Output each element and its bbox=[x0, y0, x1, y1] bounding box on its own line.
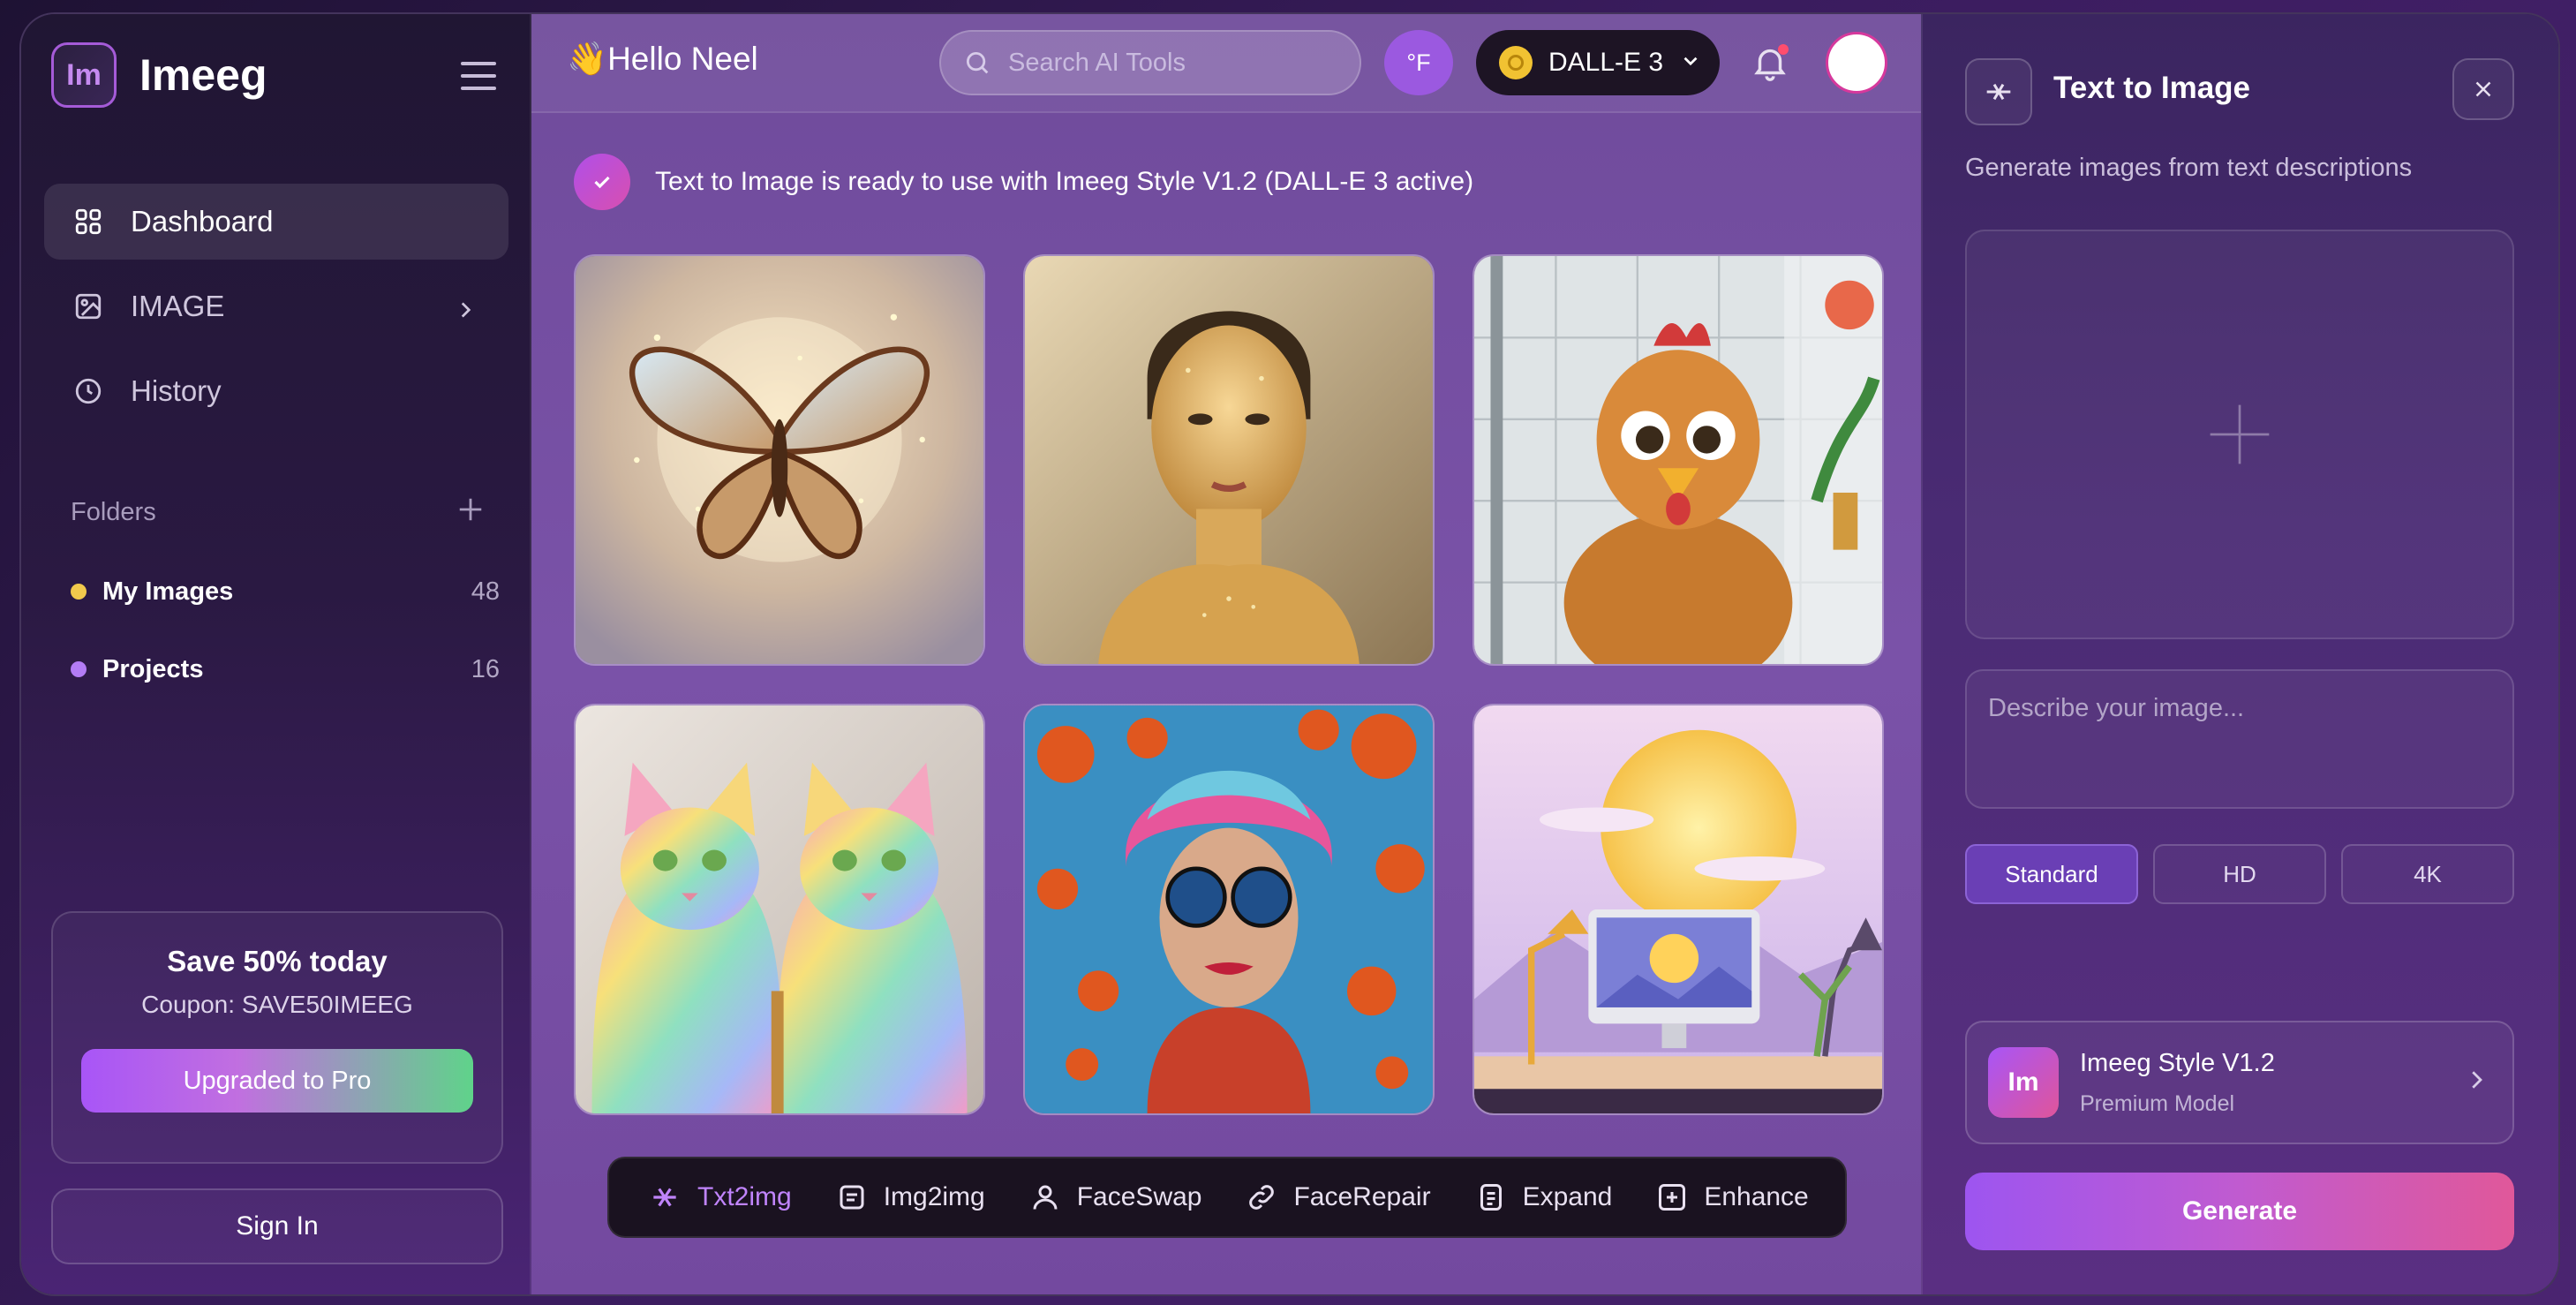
generate-button[interactable]: Generate bbox=[1965, 1173, 2514, 1250]
notification-badge bbox=[1778, 44, 1789, 55]
panel-title: Text to Image bbox=[2053, 71, 2251, 105]
model-selector[interactable]: DALL-E 3 bbox=[1476, 30, 1720, 95]
image-gallery bbox=[574, 254, 1884, 1127]
tool-label: Enhance bbox=[1704, 1182, 1809, 1211]
expand-icon bbox=[1480, 1184, 1502, 1211]
quality-4k-button[interactable]: 4K bbox=[2341, 844, 2514, 904]
tool-facerepair[interactable]: FaceRepair bbox=[1246, 1181, 1431, 1213]
gallery-image-butterfly[interactable] bbox=[574, 254, 985, 666]
folder-name: Projects bbox=[102, 654, 204, 683]
chevron-down-icon bbox=[1679, 49, 1702, 77]
grid-icon bbox=[71, 204, 106, 239]
sidebar-item-history[interactable]: History bbox=[44, 353, 508, 429]
model-name: Imeeg Style V1.2 bbox=[2080, 1049, 2275, 1077]
text-to-image-icon bbox=[653, 1188, 676, 1207]
upgrade-button[interactable]: Upgraded to Pro bbox=[81, 1049, 473, 1113]
greeting: 👋Hello Neel bbox=[567, 41, 758, 79]
link-icon bbox=[1249, 1185, 1275, 1210]
model-logo: Im bbox=[1988, 1047, 2059, 1118]
gallery-image-pop-art-woman[interactable] bbox=[1023, 704, 1435, 1115]
sidebar: Im Imeeg Dashboard IMAGE History Folders… bbox=[21, 14, 531, 1294]
folders-heading: Folders bbox=[71, 498, 156, 526]
prompt-field[interactable] bbox=[1965, 669, 2514, 809]
gallery-image-chicken[interactable] bbox=[1473, 254, 1884, 666]
tool-faceswap[interactable]: FaceSwap bbox=[1029, 1181, 1202, 1213]
coin-icon bbox=[1499, 46, 1533, 79]
notification-bell-icon[interactable] bbox=[1750, 42, 1790, 83]
app-window: Im Imeeg Dashboard IMAGE History Folders… bbox=[19, 12, 2560, 1296]
promo-card: Save 50% today Coupon: SAVE50IMEEG Upgra… bbox=[51, 911, 503, 1164]
search-icon bbox=[962, 48, 992, 78]
model-label: DALL-E 3 bbox=[1548, 48, 1664, 77]
clock-icon bbox=[71, 373, 106, 409]
search-input[interactable] bbox=[1006, 47, 1345, 79]
quality-hd-button[interactable]: HD bbox=[2153, 844, 2326, 904]
search-bar[interactable] bbox=[939, 30, 1361, 95]
hamburger-menu-icon[interactable] bbox=[461, 62, 496, 92]
sidebar-item-label: History bbox=[131, 374, 222, 407]
main-content: 👋Hello Neel °F DALL-E 3 bbox=[531, 14, 1921, 1294]
promo-coupon: Coupon: SAVE50IMEEG bbox=[141, 991, 413, 1018]
tool-expand[interactable]: Expand bbox=[1475, 1181, 1613, 1213]
folder-dot bbox=[71, 584, 87, 600]
text-to-image-panel: Text to Image Generate images from text … bbox=[1921, 14, 2558, 1294]
sidebar-item-image[interactable]: IMAGE bbox=[44, 268, 508, 344]
tool-enhance[interactable]: Enhance bbox=[1656, 1181, 1809, 1213]
tool-label: Expand bbox=[1522, 1182, 1613, 1211]
tool-label: Txt2img bbox=[697, 1182, 792, 1211]
text-to-image-icon bbox=[1965, 58, 2032, 125]
temperature-unit-button[interactable]: °F bbox=[1384, 30, 1453, 95]
app-logo: Im bbox=[51, 42, 117, 108]
model-tier: Premium Model bbox=[2080, 1091, 2235, 1116]
close-icon[interactable] bbox=[2452, 58, 2514, 120]
model-card[interactable]: Im Imeeg Style V1.2 Premium Model bbox=[1965, 1021, 2514, 1144]
sign-in-button[interactable]: Sign In bbox=[51, 1188, 503, 1264]
folder-projects[interactable]: Projects 16 bbox=[71, 648, 500, 690]
chevron-right-icon bbox=[454, 295, 477, 328]
tool-bar: Txt2img Img2img FaceSwap FaceRepair Expa… bbox=[607, 1157, 1847, 1238]
gallery-image-desk-scene[interactable] bbox=[1473, 704, 1884, 1115]
notice-text: Text to Image is ready to use with Imeeg… bbox=[655, 167, 1474, 196]
sidebar-item-label: Dashboard bbox=[131, 205, 274, 238]
brand[interactable]: Im Imeeg bbox=[51, 42, 267, 108]
sidebar-item-label: IMAGE bbox=[131, 290, 225, 322]
folder-name: My Images bbox=[102, 577, 234, 606]
tool-label: Img2img bbox=[883, 1182, 985, 1211]
greeting-text: Hello Neel bbox=[607, 41, 758, 77]
plus-square-icon bbox=[1659, 1184, 1686, 1211]
folder-count: 48 bbox=[471, 577, 500, 606]
image-icon bbox=[71, 289, 106, 324]
user-icon bbox=[1033, 1185, 1058, 1210]
add-folder-icon[interactable] bbox=[452, 491, 489, 528]
status-notice: Text to Image is ready to use with Imeeg… bbox=[574, 154, 1473, 210]
check-icon bbox=[574, 154, 630, 210]
tool-label: FaceSwap bbox=[1076, 1182, 1202, 1211]
sidebar-item-dashboard[interactable]: Dashboard bbox=[44, 184, 508, 260]
panel-subtitle: Generate images from text descriptions bbox=[1965, 154, 2413, 182]
quality-standard-button[interactable]: Standard bbox=[1965, 844, 2138, 904]
plus-icon bbox=[2210, 404, 2270, 464]
tool-label: FaceRepair bbox=[1293, 1182, 1431, 1211]
chevron-right-icon bbox=[2463, 1067, 2489, 1098]
prompt-input[interactable] bbox=[1967, 671, 2512, 807]
tool-img2img[interactable]: Img2img bbox=[836, 1181, 985, 1213]
app-name: Imeeg bbox=[139, 50, 267, 100]
promo-title: Save 50% today bbox=[167, 945, 388, 977]
image-drop-zone[interactable] bbox=[1965, 230, 2514, 639]
folder-dot bbox=[71, 661, 87, 677]
folder-my-images[interactable]: My Images 48 bbox=[71, 570, 500, 613]
top-bar: 👋Hello Neel °F DALL-E 3 bbox=[531, 14, 1921, 113]
folder-count: 16 bbox=[471, 654, 500, 683]
wave-emoji-icon: 👋 bbox=[567, 41, 608, 77]
gallery-image-cats[interactable] bbox=[574, 704, 985, 1115]
user-avatar[interactable] bbox=[1826, 32, 1887, 94]
gallery-image-portrait[interactable] bbox=[1023, 254, 1435, 666]
document-icon bbox=[840, 1185, 864, 1210]
tool-txt2img[interactable]: Txt2img bbox=[648, 1181, 792, 1214]
